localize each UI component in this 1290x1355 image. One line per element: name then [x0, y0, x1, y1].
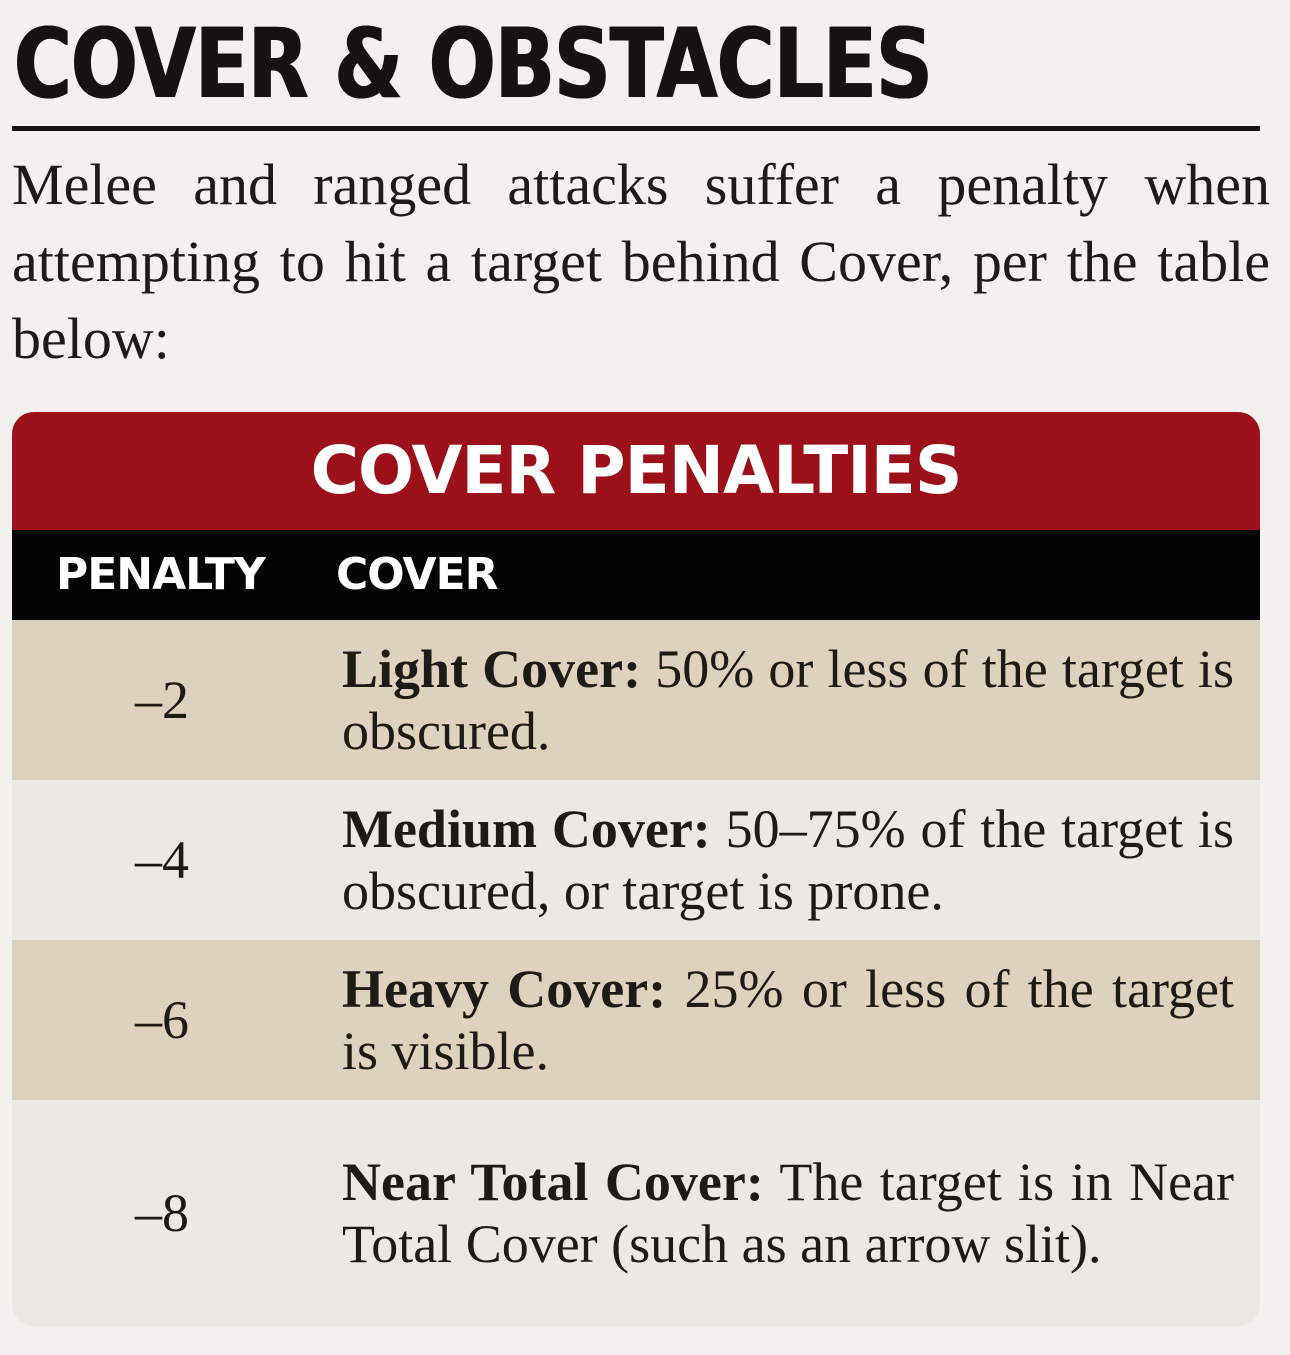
column-header-penalty: PENALTY [56, 549, 266, 600]
title-divider [12, 126, 1260, 131]
cover-description: Light Cover: 50% or less of the target i… [312, 638, 1260, 762]
penalty-value: –8 [135, 1183, 189, 1243]
penalty-value: –2 [135, 670, 189, 730]
cover-name: Heavy Cover: [342, 959, 667, 1019]
penalty-value: –6 [135, 990, 189, 1050]
column-header-cover: COVER [336, 549, 499, 600]
table-title: COVER PENALTIES [12, 412, 1260, 530]
table-row: –4 Medium Cover: 50–75% of the target is… [12, 780, 1260, 940]
cover-name: Medium Cover: [342, 799, 711, 859]
table-header-row: PENALTY COVER [12, 530, 1260, 620]
table-row: –2 Light Cover: 50% or less of the targe… [12, 620, 1260, 780]
section-title: COVER & OBSTACLES [14, 8, 933, 120]
rulebook-page: COVER & OBSTACLES Melee and ranged attac… [0, 0, 1290, 1355]
table-row: –6 Heavy Cover: 25% or less of the targe… [12, 940, 1260, 1100]
penalty-value: –4 [135, 830, 189, 890]
cover-name: Near Total Cover: [342, 1152, 764, 1212]
cover-description: Heavy Cover: 25% or less of the target i… [312, 958, 1260, 1082]
cover-description: Near Total Cover: The target is in Near … [312, 1151, 1260, 1275]
cover-penalties-table: COVER PENALTIES PENALTY COVER –2 Light C… [12, 412, 1260, 1326]
intro-paragraph: Melee and ranged attacks suffer a penalt… [12, 152, 1270, 371]
cover-description: Medium Cover: 50–75% of the target is ob… [312, 798, 1260, 922]
table-row: –8 Near Total Cover: The target is in Ne… [12, 1100, 1260, 1326]
cover-name: Light Cover: [342, 639, 642, 699]
